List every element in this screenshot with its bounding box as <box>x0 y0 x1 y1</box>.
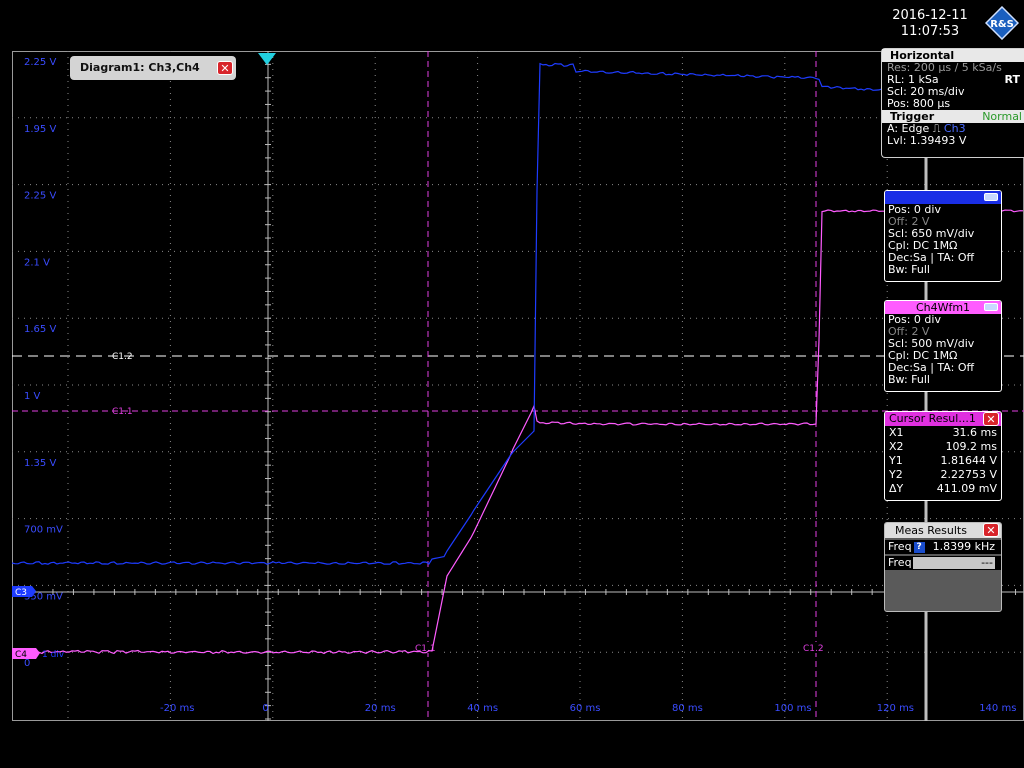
ch3-panel-header[interactable]: Ch3Wfm1 <box>885 191 1001 204</box>
meas-results-title: Meas Results <box>895 524 967 537</box>
diagram-close-icon[interactable]: ✕ <box>217 61 233 75</box>
x-tick-label: 140 ms <box>979 703 1016 714</box>
ch4-bw: Bw: Full <box>888 373 930 386</box>
meas-row2-label: Freq <box>888 556 912 569</box>
trigger-level: Lvl: 1.39493 V <box>887 134 967 147</box>
x-tick-label: 80 ms <box>672 703 703 714</box>
y-tick-label: 2.25 V <box>24 191 56 202</box>
x-tick-label: 100 ms <box>774 703 811 714</box>
x-tick-label: 120 ms <box>877 703 914 714</box>
ch4-title: Ch4Wfm1 <box>915 301 971 314</box>
meas-row2-value: --- <box>981 556 993 569</box>
cursor-c12-label: C1.2 <box>112 352 133 362</box>
ch3-panel[interactable]: Ch3Wfm1 Pos: 0 div Off: 2 V Scl: 650 mV/… <box>884 190 1002 282</box>
meas-results-panel[interactable]: Meas Results ✕ Freq? 1.8399 kHz Freq --- <box>884 522 1002 612</box>
cursor-results-panel[interactable]: Cursor Resul...1 ✕ X1 31.6 ms X2 109.2 ms … <box>884 411 1002 501</box>
diagram-tab[interactable]: Diagram1: Ch3,Ch4 ✕ <box>70 56 236 80</box>
ch4-marker-label: C4 <box>15 650 27 660</box>
y-tick-label: 1.35 V <box>24 458 56 469</box>
ch3-minimize-icon[interactable] <box>984 193 998 201</box>
cursor-c11-label: C1.1 <box>112 407 133 417</box>
meas-row-2[interactable]: Freq --- <box>885 556 1001 570</box>
ch4-panel-header[interactable]: Ch4Wfm1 <box>885 301 1001 314</box>
cursor-results-header[interactable]: Cursor Resul...1 ✕ <box>885 412 1001 426</box>
horizontal-rt: RT <box>1004 73 1020 86</box>
meas-row1-value: 1.8399 kHz <box>932 540 995 553</box>
plot-svg[interactable]: 2.25 V 1.95 V 2.25 V 2.1 V 1.65 V 1 V 1.35 V 70… <box>11 50 1024 736</box>
trigger-mode: Normal <box>982 110 1022 123</box>
horizontal-pos: Pos: 800 µs <box>887 97 951 110</box>
rs-logo-icon: R&S <box>985 6 1019 40</box>
y-tick-label: 700 mV <box>24 525 63 536</box>
y-tick-label: 1 V <box>24 391 41 402</box>
ch3-marker-label: C3 <box>15 588 27 598</box>
cursor-row-y2: Y2 2.22753 V <box>889 468 997 481</box>
waveform-diagram[interactable]: 2.25 V 1.95 V 2.25 V 2.1 V 1.65 V 1 V 1.35 V 70… <box>11 50 1024 736</box>
date-text: 2016-12-11 <box>892 8 968 23</box>
cursor-row-dy: ΔY 411.09 mV <box>889 482 997 495</box>
diagram-tab-label: Diagram1: Ch3,Ch4 <box>80 61 200 74</box>
meas-row-1[interactable]: Freq? 1.8399 kHz <box>885 540 1001 554</box>
cursor-close-icon[interactable]: ✕ <box>983 412 999 426</box>
x-tick-label: 40 ms <box>467 703 498 714</box>
x2-marker-label: C1.2 <box>803 644 824 654</box>
logo-text: R&S <box>990 19 1014 30</box>
meas-close-icon[interactable]: ✕ <box>983 523 999 537</box>
cursor-results-title: Cursor Resul...1 <box>889 412 976 425</box>
y-tick-label: 2.25 V <box>24 57 56 68</box>
meas-row1-label: Freq <box>888 540 912 553</box>
top-bar: 2016-12-11 11:07:53 R&S <box>0 0 1024 48</box>
cursor-row-x1: X1 31.6 ms <box>889 426 997 439</box>
ch3-bw: Bw: Full <box>888 263 930 276</box>
datetime: 2016-12-11 11:07:53 <box>880 8 980 40</box>
ch3-title: Ch3Wfm1 <box>915 191 971 204</box>
cursor-row-x2: X2 109.2 ms <box>889 440 997 453</box>
meas-results-header[interactable]: Meas Results ✕ <box>885 523 1001 538</box>
help-icon[interactable]: ? <box>913 541 925 553</box>
ch4-level-label: 1 div <box>42 650 65 660</box>
x-tick-label: 0 <box>262 703 268 714</box>
horizontal-panel[interactable]: Horizontal Res: 200 µs / 5 kSa/s RL: 1 k… <box>881 48 1024 158</box>
x-tick-label: 20 ms <box>365 703 396 714</box>
x-tick-label: 60 ms <box>570 703 601 714</box>
y-tick-label: 1.65 V <box>24 324 56 335</box>
ch4-panel[interactable]: Ch4Wfm1 Pos: 0 div Off: 2 V Scl: 500 mV/… <box>884 300 1002 392</box>
cursor-row-y1: Y1 1.81644 V <box>889 454 997 467</box>
plot-background <box>12 51 1024 721</box>
x-tick-label: -20 ms <box>160 703 194 714</box>
y-tick-label: 1.95 V <box>24 124 56 135</box>
time-text: 11:07:53 <box>900 24 960 39</box>
y-tick-label: 2.1 V <box>24 257 50 268</box>
ch4-minimize-icon[interactable] <box>984 303 998 311</box>
